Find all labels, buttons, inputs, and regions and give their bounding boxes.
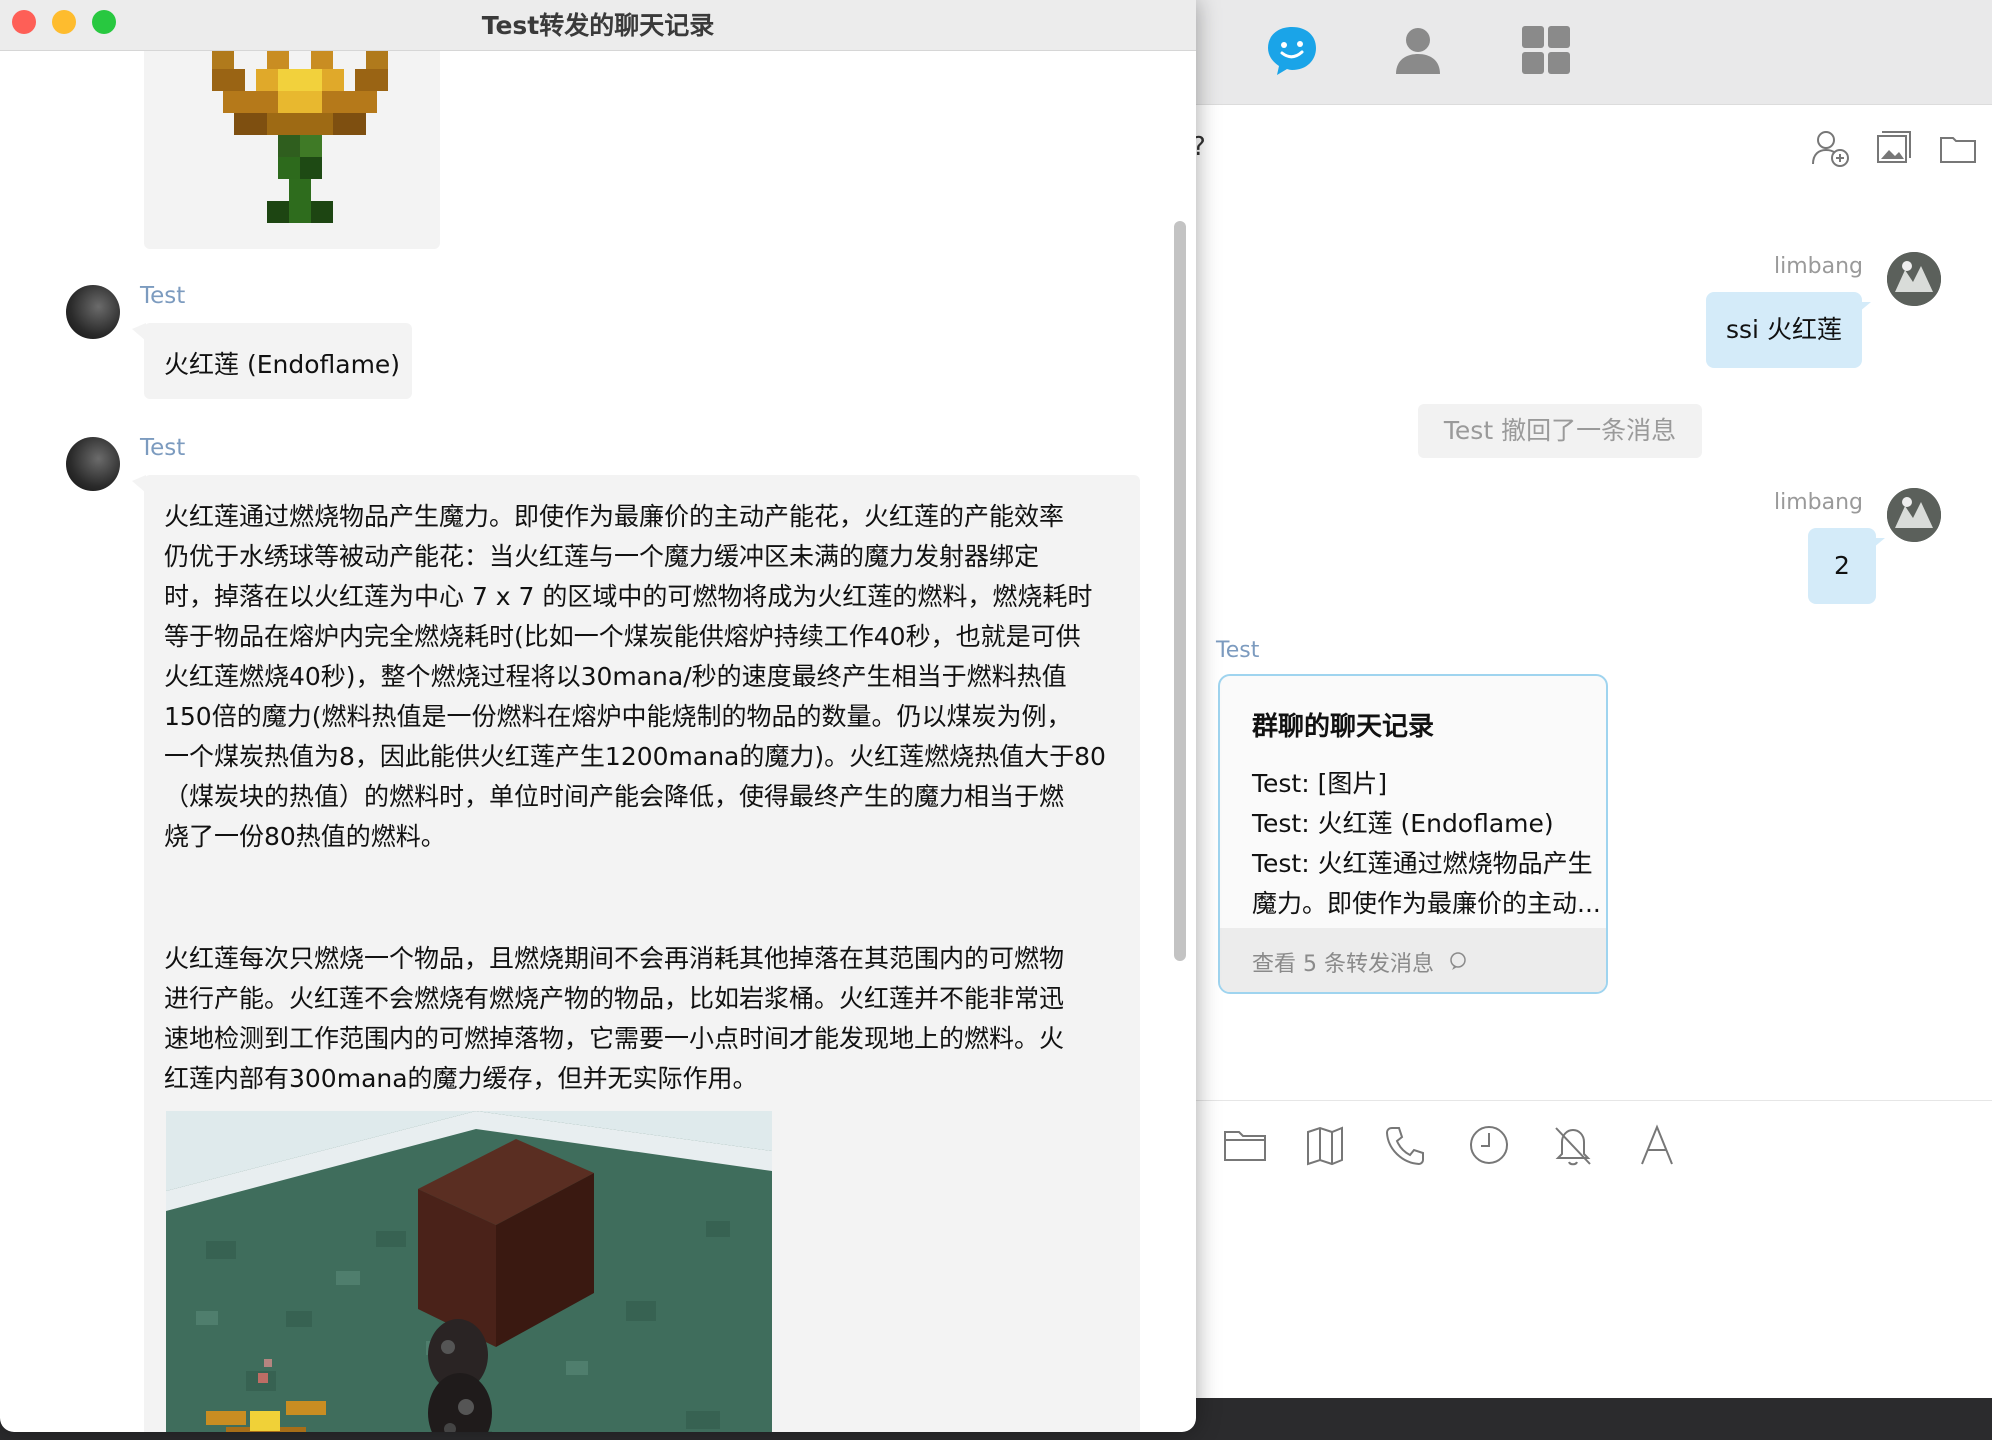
sticker-icon[interactable] <box>1302 1122 1348 1168</box>
paragraph-line: 进行产能。火红莲不会燃烧有燃烧产物的物品，比如岩浆桶。火红莲并不能非常迅 <box>164 984 1065 1013</box>
contacts-icon[interactable] <box>1390 22 1446 78</box>
avatar[interactable] <box>66 437 120 491</box>
view-forwarded-link[interactable]: 查看 5 条转发消息 <box>1252 946 1434 978</box>
message-bubble[interactable]: 火红莲 (Endoflame) <box>144 323 412 399</box>
composer-divider <box>1140 1100 1992 1101</box>
card-line: 魔力。即使作为最廉价的主动... <box>1252 889 1601 918</box>
add-member-icon[interactable] <box>1810 128 1850 168</box>
scrollbar-thumb[interactable] <box>1174 221 1186 961</box>
paragraph-line: 火红莲通过燃烧物品产生魔力。即使作为最廉价的主动产能花，火红莲的产能效率 <box>164 502 1065 531</box>
sender-name: Test <box>140 435 186 461</box>
gameplay-screenshot[interactable] <box>166 1111 772 1432</box>
paragraph-line: 等于物品在熔炉内完全燃烧耗时(比如一个煤炭能供熔炉持续工作40秒，也就是可供 <box>164 622 1081 651</box>
apps-icon[interactable] <box>1518 22 1574 78</box>
image-icon[interactable] <box>1874 128 1914 168</box>
sender-name: limbang <box>1774 490 1864 515</box>
paragraph-line: 仍优于水绣球等被动产能花：当火红莲与一个魔力缓冲区未满的魔力发射器绑定 <box>164 542 1040 571</box>
folder-icon[interactable] <box>1222 1122 1268 1168</box>
message-bubble[interactable]: 2 <box>1808 528 1885 604</box>
font-icon[interactable] <box>1634 1122 1680 1168</box>
card-line: Test: 火红莲 (Endoflame) <box>1252 809 1554 838</box>
phone-icon[interactable] <box>1382 1122 1428 1168</box>
message-list[interactable]: Test 火红莲 (Endoflame) Test 火红莲通过燃烧物品产生魔力。… <box>0 51 1196 1432</box>
mute-bell-icon[interactable] <box>1550 1122 1596 1168</box>
sender-name: Test <box>1216 638 1260 663</box>
card-footer[interactable]: 查看 5 条转发消息 <box>1220 928 1606 992</box>
avatar[interactable] <box>66 285 120 339</box>
paragraph-line: 烧了一份80热值的燃料。 <box>164 822 446 851</box>
sender-name: Test <box>140 283 186 309</box>
card-line: Test: 火红莲通过燃烧物品产生 <box>1252 849 1593 878</box>
card-line: Test: [图片] <box>1252 769 1388 798</box>
paragraph-line: 150倍的魔力(燃料热值是一份燃料在熔炉中能烧制的物品的数量。仍以煤炭为例， <box>164 702 1072 731</box>
chat-app: ? limbang ssi 火红莲 Test 撤回了一条消息 limbang 2… <box>1140 0 1992 1398</box>
avatar[interactable] <box>1887 488 1941 542</box>
paragraph-line: 火红莲燃烧40秒)，整个燃烧过程将以30mana/秒的速度最终产生相当于燃料热值 <box>164 662 1067 691</box>
forwarded-records-card[interactable]: 群聊的聊天记录 Test: [图片] Test: 火红莲 (Endoflame)… <box>1218 674 1608 994</box>
image-message[interactable] <box>144 51 440 249</box>
comment-icon <box>1450 952 1466 970</box>
endoflame-image[interactable] <box>212 51 388 223</box>
window-title: Test转发的聊天记录 <box>481 11 715 40</box>
message-bubble[interactable]: ssi 火红莲 <box>1706 292 1871 368</box>
paragraph-line: 速地检测到工作范围内的可燃掉落物，它需要一小点时间才能发现地上的燃料。火 <box>164 1024 1065 1053</box>
paragraph-line: 一个煤炭热值为8，因此能供火红莲产生1200mana的魔力)。火红莲燃烧热值大于… <box>164 742 1106 771</box>
window-titlebar: Test转发的聊天记录 <box>0 0 1196 51</box>
sender-name: limbang <box>1774 254 1864 279</box>
chat-icon[interactable] <box>1264 22 1320 78</box>
top-navigation <box>1140 0 1992 105</box>
paragraph-line: 红莲内部有300mana的魔力缓存，但并无实际作用。 <box>164 1064 758 1093</box>
paragraph-line: （煤炭块的热值）的燃料时，单位时间产能会降低，使得最终产生的魔力相当于燃 <box>164 782 1065 811</box>
card-title: 群聊的聊天记录 <box>1252 712 1435 742</box>
paragraph-line: 时，掉落在以火红莲为中心 7 x 7 的区域中的可燃物将成为火红莲的燃料，燃烧耗… <box>164 582 1093 611</box>
message-bubble[interactable]: 火红莲通过燃烧物品产生魔力。即使作为最廉价的主动产能花，火红莲的产能效率 仍优于… <box>144 475 1140 1432</box>
forwarded-history-window: Test转发的聊天记录 Test 火红莲 (Endoflame) Test 火红… <box>0 0 1196 1432</box>
folder-icon[interactable] <box>1938 128 1978 168</box>
paragraph-line: 火红莲每次只燃烧一个物品，且燃烧期间不会再消耗其他掉落在其范围内的可燃物 <box>164 944 1065 973</box>
message-text: 火红莲 (Endoflame) <box>164 350 401 379</box>
clock-icon[interactable] <box>1466 1122 1512 1168</box>
system-notice: Test 撤回了一条消息 <box>1418 404 1702 458</box>
avatar[interactable] <box>1887 252 1941 306</box>
